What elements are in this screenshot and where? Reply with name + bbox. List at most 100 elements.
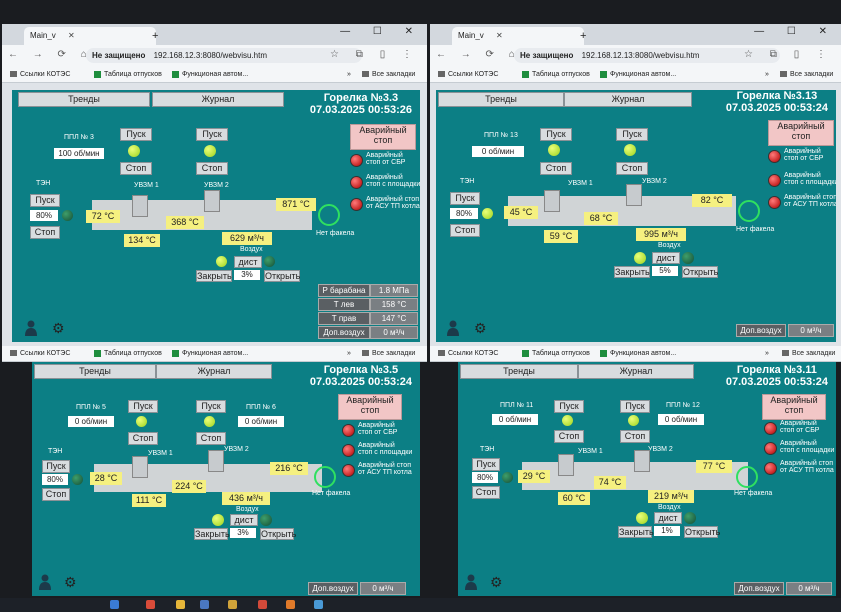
air-close-button[interactable]: Закрыть xyxy=(194,528,230,540)
settings-icon[interactable]: ⚙ xyxy=(64,574,77,591)
air-close-button[interactable]: Закрыть xyxy=(618,526,654,538)
bookmarks-more[interactable]: » xyxy=(765,346,769,361)
all-bookmarks[interactable]: Все закладки xyxy=(782,346,835,361)
trends-button[interactable]: Тренды xyxy=(438,92,564,107)
dist-button[interactable]: дист xyxy=(230,514,258,526)
pusk-2-button[interactable]: Пуск xyxy=(196,128,228,141)
settings-icon[interactable]: ⚙ xyxy=(52,320,65,337)
stop-1-button[interactable]: Стоп xyxy=(554,430,584,443)
not-secure-badge[interactable]: Не защищено xyxy=(520,51,573,60)
pusk-1-button[interactable]: Пуск xyxy=(120,128,152,141)
air-open-button[interactable]: Открыть xyxy=(264,270,300,282)
url-field[interactable]: Не защищено 192.168.12.13:8080/webvisu.h… xyxy=(514,48,780,63)
stop-2-button[interactable]: Стоп xyxy=(620,430,650,443)
tab-main[interactable]: Main_v ✕ xyxy=(24,27,156,45)
trends-button[interactable]: Тренды xyxy=(18,92,150,107)
all-bookmarks[interactable]: Все закладки xyxy=(362,346,415,361)
stop-2-button[interactable]: Стоп xyxy=(196,432,226,445)
app-taskbar-icon[interactable] xyxy=(286,600,295,609)
emergency-stop-button[interactable]: Аварийный стоп xyxy=(338,394,402,420)
bookmark-functional[interactable]: Функционая автом... xyxy=(172,346,248,361)
ten-pusk-button[interactable]: Пуск xyxy=(30,194,60,207)
bookmark-functional[interactable]: Функционая автом... xyxy=(600,67,676,82)
user-icon[interactable] xyxy=(24,320,38,336)
close-tab-icon[interactable]: ✕ xyxy=(496,31,503,40)
emergency-stop-button[interactable]: Аварийный стоп xyxy=(350,124,416,150)
bookmark-kotes[interactable]: Ссылки КОТЭС xyxy=(438,67,498,82)
close-tab-icon[interactable]: ✕ xyxy=(68,31,75,40)
ten-stop-button[interactable]: Стоп xyxy=(450,224,480,237)
dist-button[interactable]: дист xyxy=(654,512,682,524)
user-icon[interactable] xyxy=(38,574,52,590)
not-secure-badge[interactable]: Не защищено xyxy=(92,51,145,60)
air-close-button[interactable]: Закрыть xyxy=(196,270,232,282)
dist-button[interactable]: дист xyxy=(234,256,262,268)
air-close-button[interactable]: Закрыть xyxy=(614,266,650,278)
url-field[interactable]: Не защищено 192.168.12.3:8080/webvisu.ht… xyxy=(86,48,362,63)
all-bookmarks[interactable]: Все закладки xyxy=(780,67,833,82)
nav-buttons-icon[interactable]: ← → ⟳ ⌂ xyxy=(8,49,93,60)
pusk-2-button[interactable]: Пуск xyxy=(616,128,648,141)
mail-taskbar-icon[interactable] xyxy=(200,600,209,609)
air-open-button[interactable]: Открыть xyxy=(684,526,720,538)
ten-stop-button[interactable]: Стоп xyxy=(42,488,70,501)
ten-pusk-button[interactable]: Пуск xyxy=(42,460,70,473)
bookmark-vacations[interactable]: Таблица отпусков xyxy=(94,346,162,361)
nav-buttons-icon[interactable]: ← → ⟳ ⌂ xyxy=(436,49,521,60)
bookmark-vacations[interactable]: Таблица отпусков xyxy=(522,67,590,82)
browser-taskbar-icon[interactable] xyxy=(146,600,155,609)
toolbar-icons[interactable]: ☆ ⧉ ▯ ⋮ xyxy=(744,49,833,60)
settings-icon[interactable]: ⚙ xyxy=(490,574,503,591)
user-icon[interactable] xyxy=(464,574,478,590)
pusk-1-button[interactable]: Пуск xyxy=(540,128,572,141)
ten-stop-button[interactable]: Стоп xyxy=(30,226,60,239)
tab-main[interactable]: Main_v ✕ xyxy=(452,27,584,45)
pusk-2-button[interactable]: Пуск xyxy=(620,400,650,413)
bookmark-functional[interactable]: Функционая автом... xyxy=(600,346,676,361)
emergency-stop-button[interactable]: Аварийный стоп xyxy=(768,120,834,146)
air-open-button[interactable]: Открыть xyxy=(260,528,296,540)
ten-stop-button[interactable]: Стоп xyxy=(472,486,500,499)
journal-button[interactable]: Журнал xyxy=(152,92,284,107)
app-taskbar-icon[interactable] xyxy=(314,600,323,609)
stop-2-button[interactable]: Стоп xyxy=(616,162,648,175)
app-taskbar-icon[interactable] xyxy=(228,600,237,609)
bookmark-functional[interactable]: Функционая автом... xyxy=(172,67,248,82)
bookmarks-more[interactable]: » xyxy=(347,346,351,361)
stop-2-button[interactable]: Стоп xyxy=(196,162,228,175)
bookmark-kotes[interactable]: Ссылки КОТЭС xyxy=(10,67,70,82)
bookmark-kotes[interactable]: Ссылки КОТЭС xyxy=(438,346,498,361)
window-controls[interactable]: — ☐ ✕ xyxy=(754,26,837,37)
stop-1-button[interactable]: Стоп xyxy=(128,432,158,445)
new-tab-button[interactable]: + xyxy=(152,27,158,45)
bookmark-vacations[interactable]: Таблица отпусков xyxy=(94,67,162,82)
app-taskbar-icon[interactable] xyxy=(258,600,267,609)
bookmark-vacations[interactable]: Таблица отпусков xyxy=(522,346,590,361)
stop-1-button[interactable]: Стоп xyxy=(540,162,572,175)
trends-button[interactable]: Тренды xyxy=(460,364,578,379)
emergency-stop-button[interactable]: Аварийный стоп xyxy=(762,394,826,420)
toolbar-icons[interactable]: ☆ ⧉ ▯ ⋮ xyxy=(330,49,419,60)
dist-button[interactable]: дист xyxy=(652,252,680,264)
all-bookmarks[interactable]: Все закладки xyxy=(362,67,415,82)
journal-button[interactable]: Журнал xyxy=(564,92,692,107)
files-taskbar-icon[interactable] xyxy=(176,600,185,609)
window-controls[interactable]: — ☐ ✕ xyxy=(340,26,423,37)
journal-button[interactable]: Журнал xyxy=(156,364,272,379)
bookmarks-more[interactable]: » xyxy=(347,67,351,82)
stop-1-button[interactable]: Стоп xyxy=(120,162,152,175)
pusk-1-button[interactable]: Пуск xyxy=(554,400,584,413)
bookmarks-more[interactable]: » xyxy=(765,67,769,82)
ten-pusk-button[interactable]: Пуск xyxy=(472,458,500,471)
air-open-button[interactable]: Открыть xyxy=(682,266,718,278)
bookmark-kotes[interactable]: Ссылки КОТЭС xyxy=(10,346,70,361)
pusk-1-button[interactable]: Пуск xyxy=(128,400,158,413)
new-tab-button[interactable]: + xyxy=(580,27,586,45)
ten-pusk-button[interactable]: Пуск xyxy=(450,192,480,205)
trends-button[interactable]: Тренды xyxy=(34,364,156,379)
pusk-2-button[interactable]: Пуск xyxy=(196,400,226,413)
start-icon[interactable] xyxy=(110,600,119,609)
settings-icon[interactable]: ⚙ xyxy=(474,320,487,337)
journal-button[interactable]: Журнал xyxy=(578,364,694,379)
user-icon[interactable] xyxy=(446,320,460,336)
